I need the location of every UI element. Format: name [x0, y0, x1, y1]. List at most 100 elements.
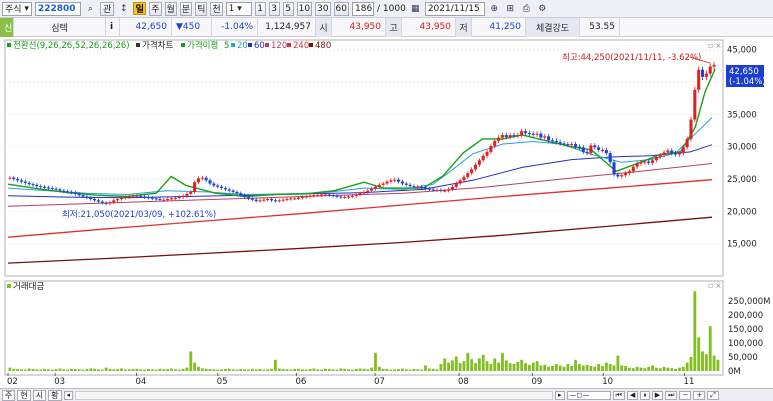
zoom-icon[interactable]: ⊕: [488, 2, 501, 15]
panel-maximize-icon[interactable]: ▫: [708, 41, 713, 50]
volume-bar: [300, 369, 304, 371]
candle-body: [685, 138, 689, 148]
market-select[interactable]: 주식 ▾: [2, 1, 32, 16]
candle-body: [631, 166, 635, 172]
candle-body: [308, 195, 312, 197]
minute-60[interactable]: 60: [333, 1, 349, 16]
settings-icon[interactable]: ⚙: [536, 2, 549, 15]
zoom-out-icon[interactable]: −: [679, 390, 692, 400]
candle-body: [231, 190, 235, 192]
volume-bar: [381, 368, 385, 371]
low-label: 저: [456, 17, 472, 37]
volume-value: 1,124,957: [258, 17, 316, 37]
volume-bar: [616, 355, 620, 371]
legend-ma20: 20: [237, 41, 248, 51]
zoom-in-icon[interactable]: +: [693, 390, 706, 400]
legend-ma-swatch: [181, 43, 185, 47]
volume-bar: [308, 369, 312, 371]
tab-history[interactable]: 황: [48, 389, 62, 401]
tab-current[interactable]: 현: [17, 389, 31, 401]
volume-bar: [50, 369, 54, 371]
stock-tag: 신: [0, 17, 14, 37]
compare-icon[interactable]: ⊞: [504, 2, 517, 15]
candle-body: [266, 199, 270, 201]
candle-body: [116, 199, 120, 201]
horizontal-scrollbar[interactable]: [75, 390, 554, 400]
minute-1[interactable]: 1: [254, 1, 266, 16]
candle-body: [524, 131, 528, 134]
candle-body: [481, 155, 485, 161]
candle-body: [470, 169, 474, 174]
volume-bar: [46, 369, 50, 371]
candle-body: [554, 140, 558, 143]
candle-body: [385, 181, 389, 184]
volume-maximize-icon[interactable]: ▫: [708, 281, 713, 290]
panel-close-icon[interactable]: ×: [715, 41, 722, 50]
candle-body: [427, 188, 431, 190]
print-icon[interactable]: ⎙: [520, 2, 533, 15]
next-icon[interactable]: ▶: [651, 390, 664, 400]
candle-body: [473, 164, 478, 170]
volume-bar: [170, 368, 173, 371]
count-input[interactable]: 186: [352, 1, 374, 16]
date-input[interactable]: 2021/11/15: [424, 1, 485, 16]
legend-ma120: 120: [271, 41, 287, 51]
volume-close-icon[interactable]: ×: [715, 281, 722, 290]
candle-body: [408, 184, 412, 187]
volume-bar: [54, 369, 58, 371]
volume-bar: [474, 363, 477, 371]
period-minute[interactable]: 분: [179, 1, 193, 16]
volume-bar: [574, 359, 577, 371]
legend-ma240: 240: [293, 41, 309, 51]
volume-legend-swatch: [7, 284, 11, 288]
volume-bar: [197, 366, 200, 371]
chart-area[interactable]: 15,00020,00025,00030,00035,00040,00045,0…: [0, 37, 773, 401]
volume-bar: [20, 369, 23, 371]
calendar-icon[interactable]: ▦: [409, 2, 422, 15]
minute-30[interactable]: 30: [315, 1, 331, 16]
volume-bar: [39, 369, 43, 371]
candle-body: [489, 146, 493, 152]
candle-body: [404, 183, 408, 185]
stock-name: 심텍: [14, 17, 106, 37]
price-chart[interactable]: 15,00020,00025,00030,00035,00040,00045,0…: [0, 37, 773, 388]
period-week[interactable]: 주: [149, 1, 162, 16]
volume-bar: [143, 369, 147, 371]
candle-body: [54, 188, 58, 190]
period-month[interactable]: 월: [164, 1, 177, 16]
candle-body: [258, 200, 262, 202]
volume-bar: [100, 369, 104, 371]
info-icon[interactable]: i: [106, 17, 120, 37]
volume-bar: [681, 366, 685, 371]
candle-body: [327, 194, 331, 196]
first-icon[interactable]: ⏮: [612, 390, 625, 400]
candle-body: [562, 143, 566, 145]
tab-week[interactable]: 주: [2, 389, 16, 401]
day-button[interactable]: 일: [133, 2, 147, 15]
prev-icon[interactable]: ◀: [626, 390, 639, 400]
search-icon[interactable]: ⌕: [84, 2, 97, 15]
volume-bar: [631, 368, 635, 371]
period-tick[interactable]: 틱: [195, 1, 208, 16]
related-button[interactable]: 관: [99, 1, 115, 16]
scroll-right-icon[interactable]: ▸: [555, 390, 565, 400]
x-tick-label: 02: [7, 377, 18, 387]
last-icon[interactable]: ⏭: [665, 390, 678, 400]
minute-5[interactable]: 5: [282, 1, 294, 16]
stock-code-input[interactable]: 222800: [34, 1, 81, 16]
minute-3[interactable]: 3: [268, 1, 280, 16]
minute-10[interactable]: 10: [296, 1, 313, 16]
candle-body: [477, 160, 481, 165]
tab-market[interactable]: 시: [32, 389, 47, 401]
volume-bar: [31, 369, 35, 371]
candle-body: [135, 195, 139, 197]
interval-select[interactable]: 1 ▾: [225, 1, 252, 16]
volume-bar: [243, 369, 247, 371]
period-1000[interactable]: 천: [210, 1, 223, 16]
arrows-icon[interactable]: ↕: [117, 2, 130, 15]
candle-body: [650, 160, 655, 163]
zoom-slider[interactable]: —◻—: [566, 390, 611, 400]
pause-icon[interactable]: ⏸: [640, 390, 650, 400]
scroll-left-icon[interactable]: ◂: [63, 390, 74, 400]
expand-icon[interactable]: ⤢: [707, 390, 719, 400]
